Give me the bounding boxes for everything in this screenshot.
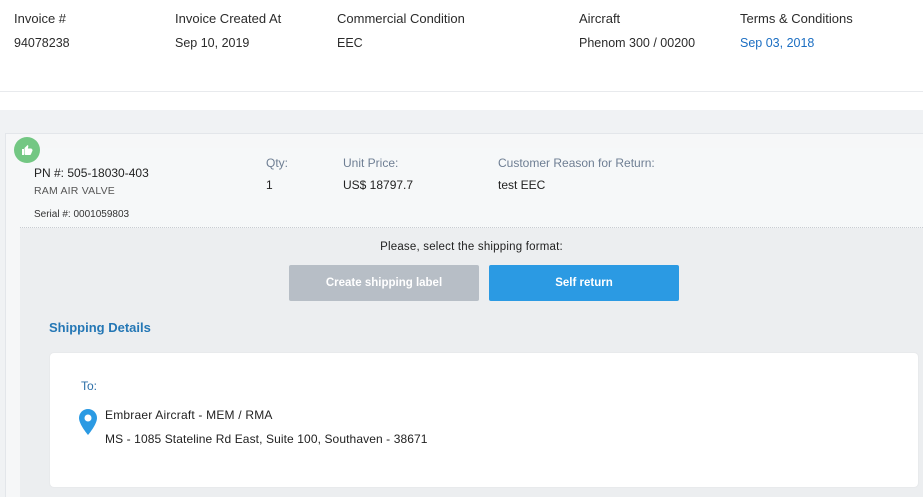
unit-price-label: Unit Price: [343,156,399,170]
map-pin-icon [79,409,97,435]
section-divider [0,110,923,130]
terms-conditions-column: Terms & Conditions Sep 03, 2018 [740,11,853,51]
address-recipient: Embraer Aircraft - MEM / RMA [105,408,273,422]
invoice-created-label: Invoice Created At [175,11,282,26]
terms-conditions-label: Terms & Conditions [740,11,853,26]
create-shipping-label-button[interactable]: Create shipping label [289,265,479,301]
shipping-details-title: Shipping Details [49,320,151,335]
invoice-number-value: 94078238 [14,36,70,50]
aircraft-value: Phenom 300 / 00200 [579,36,696,50]
return-reason-label: Customer Reason for Return: [498,156,655,170]
qty-value: 1 [266,178,273,192]
return-item-row: PN #: 505-18030-403 RAM AIR VALVE Serial… [20,148,923,228]
aircraft-label: Aircraft [579,11,621,26]
thumbs-up-icon [14,137,40,163]
serial-number: Serial #: 0001059803 [34,209,130,220]
terms-conditions-link[interactable]: Sep 03, 2018 [740,36,853,50]
invoice-created-column: Invoice Created At Sep 10, 2019 [175,11,282,51]
shipping-format-prompt: Please, select the shipping format: [380,241,563,253]
commercial-condition-label: Commercial Condition [337,11,465,26]
invoice-number-column: Invoice # 94078238 [14,11,70,51]
part-number: PN #: 505-18030-403 [34,166,149,180]
qty-label: Qty: [266,156,289,170]
self-return-button[interactable]: Self return [489,265,679,301]
commercial-condition-value: EEC [337,36,363,50]
shipping-address-card: To: Embraer Aircraft - MEM / RMA MS - 10… [50,353,918,487]
aircraft-column: Aircraft Phenom 300 / 00200 [579,11,696,51]
unit-price-value: US$ 18797.7 [343,178,414,192]
address-street: MS - 1085 Stateline Rd East, Suite 100, … [105,432,428,446]
invoice-created-value: Sep 10, 2019 [175,36,250,50]
to-label: To: [81,379,98,393]
invoice-number-label: Invoice # [14,11,67,26]
commercial-condition-column: Commercial Condition EEC [337,11,465,51]
shipping-section: Please, select the shipping format: Crea… [20,228,923,497]
return-reason-value: test EEC [498,178,546,192]
part-description: RAM AIR VALVE [34,185,115,197]
invoice-header: Invoice # 94078238 Invoice Created At Se… [0,0,923,92]
